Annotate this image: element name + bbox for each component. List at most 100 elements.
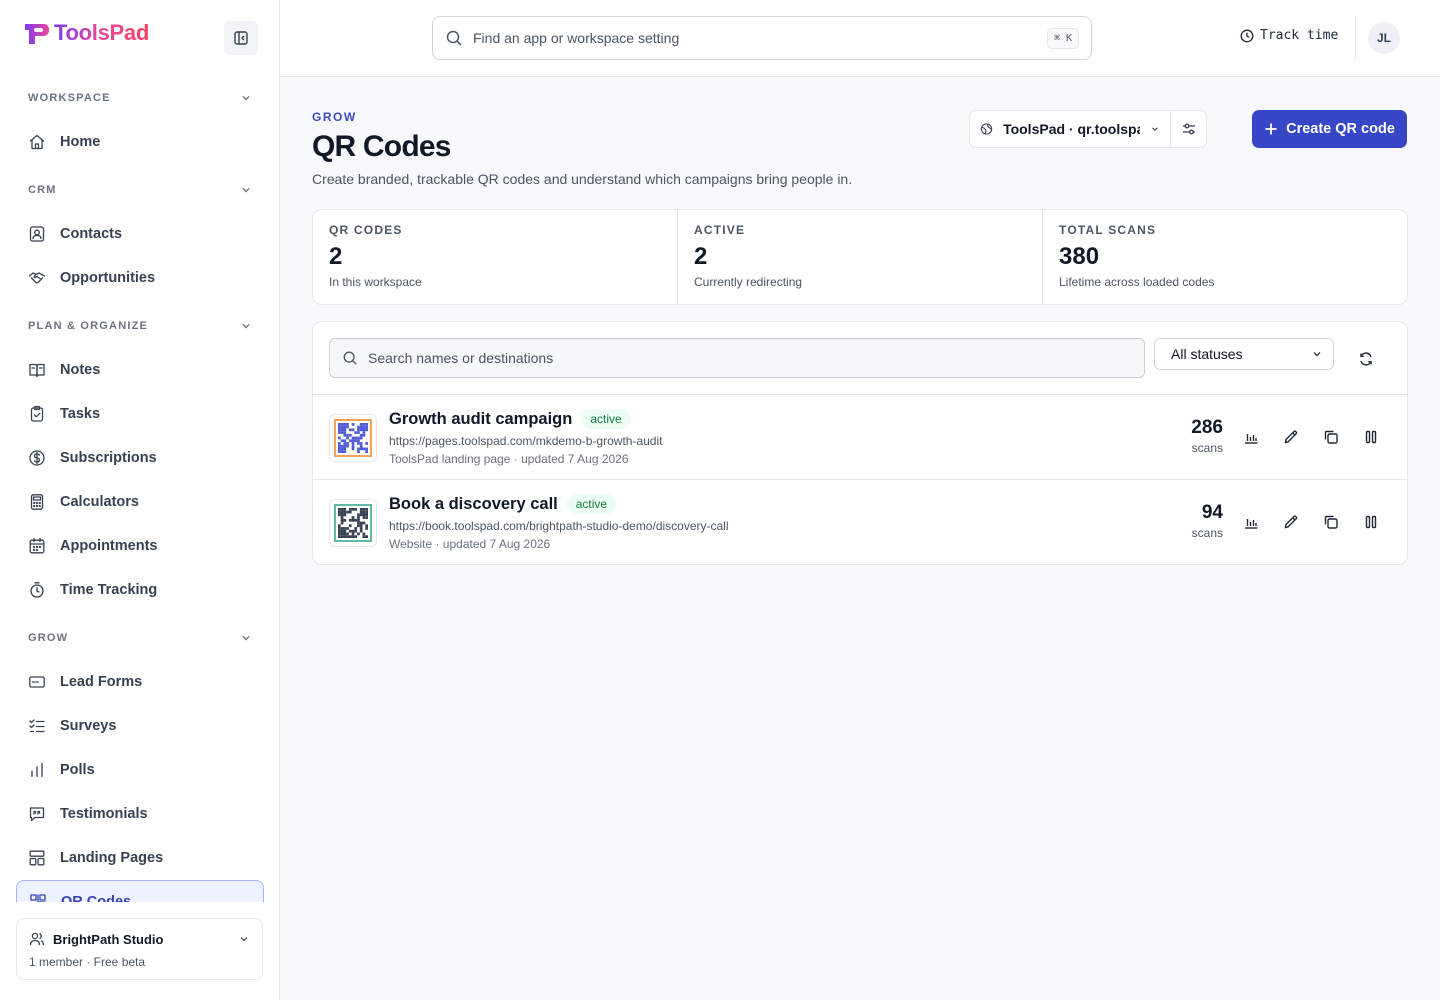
stat-qr-codes: QR CODES 2 In this workspace [313, 210, 678, 304]
scan-count-value: 286 [1191, 417, 1223, 438]
table-row[interactable]: Book a discovery call active https://boo… [313, 480, 1407, 564]
sidebar-item-tasks[interactable]: Tasks [16, 392, 264, 436]
calculator-icon [30, 494, 44, 510]
sidebar-item-time-tracking[interactable]: Time Tracking [16, 568, 264, 612]
sidebar-item-qr-codes[interactable]: QR Codes [16, 880, 264, 902]
sidebar-item-opportunities[interactable]: Opportunities [16, 256, 264, 300]
chevron-down-icon [1152, 127, 1158, 132]
sidebar-item-subscriptions[interactable]: Subscriptions [16, 436, 264, 480]
sidebar-item-notes[interactable]: Notes [16, 348, 264, 392]
page-title: QR Codes [312, 130, 451, 163]
domain-value: ToolsPad · qr.toolspad.com [1003, 121, 1140, 137]
sidebar-item-surveys[interactable]: Surveys [16, 704, 264, 748]
sidebar-section-header[interactable]: GROW [16, 616, 264, 660]
sidebar-section-label: CRM [28, 184, 57, 196]
workspace-plan: 1 member · Free beta [29, 955, 146, 969]
scan-count: 94 scans [1163, 502, 1223, 540]
sidebar-section: GROW Lead Forms Surveys Polls Testimonia… [16, 616, 264, 902]
domain-settings-button[interactable] [1170, 111, 1206, 147]
create-qr-code-button[interactable]: Create QR code [1252, 110, 1407, 148]
top-bar: Find an app or workspace setting ⌘ K Tra… [280, 0, 1440, 77]
status-filter-select[interactable]: All statuses [1154, 338, 1334, 370]
user-avatar[interactable]: JL [1368, 22, 1400, 54]
sidebar-item-polls[interactable]: Polls [16, 748, 264, 792]
create-qr-code-label: Create QR code [1286, 121, 1395, 137]
refresh-button[interactable] [1353, 346, 1379, 372]
duplicate-button[interactable] [1321, 510, 1341, 534]
pencil-icon [1284, 430, 1298, 444]
scan-count-label: scans [1191, 526, 1223, 540]
qr-thumbnail[interactable] [329, 499, 377, 547]
pause-button[interactable] [1361, 425, 1381, 449]
qr-meta: ToolsPad landing page · updated 7 Aug 20… [389, 452, 629, 466]
qr-thumbnail[interactable] [329, 414, 377, 462]
scan-count: 286 scans [1163, 417, 1223, 455]
stat-label: ACTIVE [694, 223, 746, 237]
qr-frame [334, 419, 372, 457]
sidebar-item-home[interactable]: Home [16, 120, 264, 164]
stat-total-scans: TOTAL SCANS 380 Lifetime across loaded c… [1043, 210, 1407, 304]
status-badge: active [581, 409, 631, 429]
sidebar-item-lead-forms[interactable]: Lead Forms [16, 660, 264, 704]
track-time-button[interactable]: Track time [1240, 28, 1338, 43]
stat-value: 2 [329, 243, 343, 270]
sidebar-item-testimonials[interactable]: Testimonials [16, 792, 264, 836]
sidebar-item-landing-pages[interactable]: Landing Pages [16, 836, 264, 880]
qr-code-icon [30, 894, 46, 902]
copy-icon [1324, 515, 1338, 529]
sidebar-item-label: Home [60, 134, 101, 150]
chevron-down-icon [240, 937, 248, 942]
form-icon [29, 676, 45, 688]
logo[interactable]: ToolsPad [22, 20, 149, 46]
app-name: ToolsPad [54, 20, 149, 45]
sidebar-item-label: Appointments [60, 538, 158, 554]
sidebar-item-label: Landing Pages [60, 850, 164, 866]
duplicate-button[interactable] [1321, 425, 1341, 449]
dollar-circle-icon [29, 450, 45, 466]
sidebar-item-label: Contacts [60, 226, 123, 242]
collapse-sidebar-button[interactable] [224, 21, 258, 55]
qr-title-line: Book a discovery call active [389, 494, 617, 514]
sidebar-item-label: QR Codes [61, 894, 132, 902]
edit-button[interactable] [1281, 425, 1301, 449]
table-row[interactable]: Growth audit campaign active https://pag… [313, 395, 1407, 480]
chevron-down-icon [1313, 352, 1321, 357]
pause-button[interactable] [1361, 510, 1381, 534]
qr-name[interactable]: Book a discovery call [389, 495, 558, 514]
refresh-icon [1360, 352, 1372, 366]
global-search-placeholder: Find an app or workspace setting [473, 30, 680, 46]
analytics-button[interactable] [1241, 425, 1261, 449]
status-filter-value: All statuses [1171, 346, 1243, 362]
qr-code-list: Growth audit campaign active https://pag… [313, 395, 1407, 564]
qr-search-input[interactable]: Search names or destinations [329, 338, 1145, 378]
edit-button[interactable] [1281, 510, 1301, 534]
global-search-input[interactable]: Find an app or workspace setting ⌘ K [432, 16, 1092, 60]
plus-icon [1265, 123, 1277, 135]
sidebar-section-header[interactable]: WORKSPACE [16, 76, 264, 120]
users-icon [29, 932, 45, 946]
qr-destination-url: https://book.toolspad.com/brightpath-stu… [389, 519, 729, 533]
qr-name[interactable]: Growth audit campaign [389, 410, 572, 429]
qr-codes-panel: Search names or destinations All statuse… [312, 321, 1408, 565]
stat-value: 2 [694, 243, 708, 270]
sidebar-nav: WORKSPACE Home CRM Contacts Opportunities… [16, 76, 264, 902]
sidebar-item-label: Tasks [60, 406, 101, 422]
domain-dropdown[interactable]: ToolsPad · qr.toolspad.com [970, 111, 1170, 147]
search-icon [446, 30, 462, 46]
sidebar-item-contacts[interactable]: Contacts [16, 212, 264, 256]
analytics-button[interactable] [1241, 510, 1261, 534]
sidebar-section-header[interactable]: CRM [16, 168, 264, 212]
workspace-switcher[interactable]: BrightPath Studio 1 member · Free beta [16, 918, 263, 980]
topbar-divider [1355, 16, 1356, 60]
sidebar-item-label: Notes [60, 362, 101, 378]
sidebar-section-header[interactable]: PLAN & ORGANIZE [16, 304, 264, 348]
chevron-down-icon [242, 96, 250, 101]
pause-icon [1365, 430, 1377, 444]
handshake-icon [28, 272, 46, 284]
sidebar-item-calculators[interactable]: Calculators [16, 480, 264, 524]
sidebar-item-appointments[interactable]: Appointments [16, 524, 264, 568]
row-actions [1241, 425, 1381, 449]
chevron-down-icon [242, 188, 250, 193]
clock-icon [1240, 29, 1254, 42]
workspace-name: BrightPath Studio [53, 931, 164, 947]
